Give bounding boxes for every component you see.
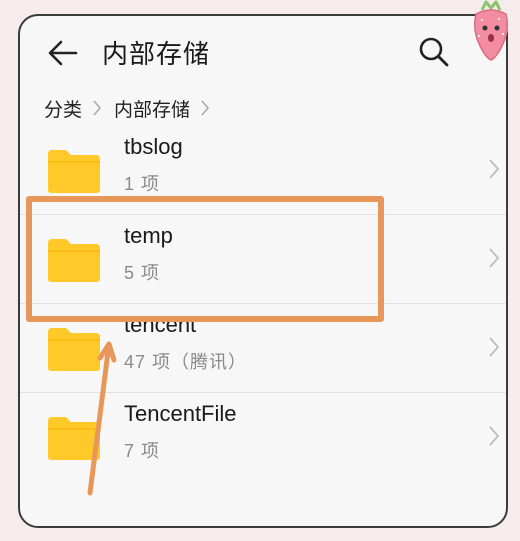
breadcrumb: 分类 内部存储: [44, 94, 222, 122]
chevron-right-icon: [489, 337, 500, 357]
chevron-right-icon: [489, 248, 500, 268]
list-item-tencentfile[interactable]: TencentFile 7 项: [20, 393, 506, 481]
list-item-temp[interactable]: temp 5 项: [20, 215, 506, 304]
chevron-right-icon: [201, 100, 210, 116]
file-name: tencent: [124, 312, 197, 337]
list-item-tencent[interactable]: tencent 47 项（腾讯）: [20, 304, 506, 393]
folder-icon: [48, 417, 100, 460]
item-count: 1 项: [124, 174, 161, 194]
chevron-right-icon: [489, 426, 500, 446]
chevron-right-icon: [93, 100, 102, 116]
breadcrumb-item-internal-storage[interactable]: 内部存储: [114, 95, 190, 122]
folder-icon: [48, 328, 100, 371]
back-button[interactable]: [46, 36, 80, 70]
search-icon: [419, 37, 449, 67]
item-count: 47 项（腾讯）: [124, 352, 248, 372]
file-name: tbslog: [124, 134, 183, 159]
list-item-tbslog[interactable]: tbslog 1 项: [20, 126, 506, 215]
chevron-right-icon: [489, 159, 500, 179]
folder-icon: [48, 150, 100, 193]
phone-screen: 内部存储 分类 内部存储 tbslog 1 项 temp 5 项 tencent…: [18, 14, 508, 528]
item-count: 7 项: [124, 441, 161, 461]
arrow-left-icon: [48, 40, 78, 66]
breadcrumb-item-category[interactable]: 分类: [44, 95, 82, 122]
search-button[interactable]: [418, 36, 450, 68]
strawberry-mascot-icon: [473, 0, 509, 61]
top-app-bar: 内部存储: [20, 16, 506, 88]
file-name: TencentFile: [124, 401, 237, 426]
folder-icon: [48, 239, 100, 282]
item-count: 5 项: [124, 263, 161, 283]
page-title: 内部存储: [102, 39, 211, 69]
file-name: temp: [124, 223, 173, 248]
